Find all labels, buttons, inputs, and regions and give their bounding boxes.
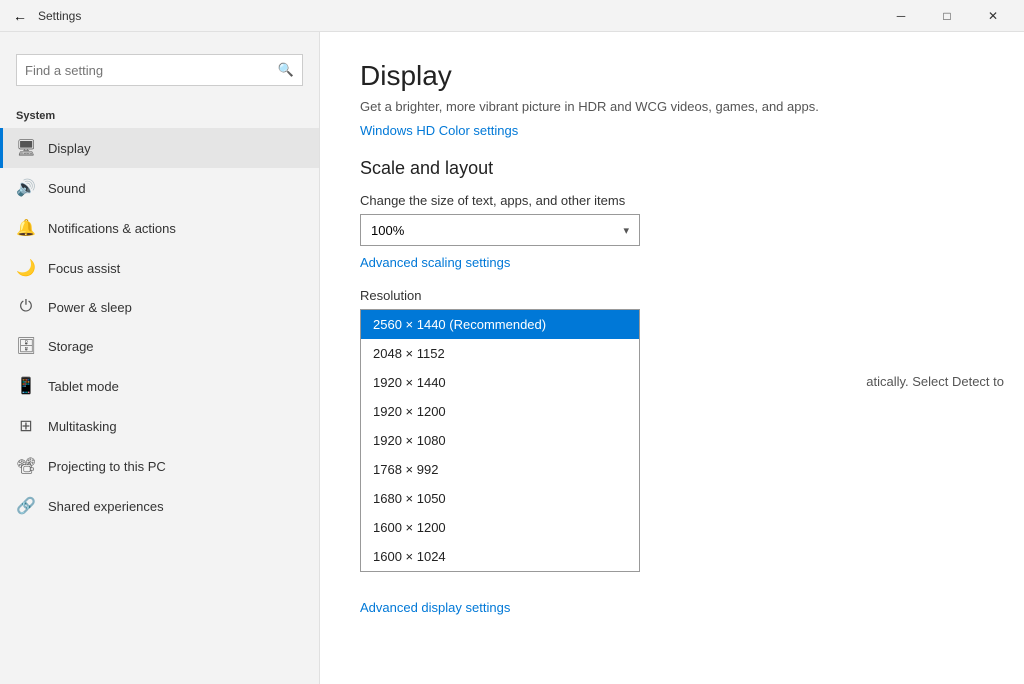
- maximize-button[interactable]: □: [924, 0, 970, 32]
- sidebar-item-label-display: Display: [48, 141, 91, 156]
- resolution-option-2[interactable]: 1920 × 1440: [361, 368, 639, 397]
- multitasking-icon: ⊞: [16, 416, 36, 436]
- minimize-icon: ─: [897, 9, 906, 23]
- sidebar-item-shared[interactable]: 🔗 Shared experiences: [0, 486, 319, 526]
- back-button[interactable]: ←: [8, 4, 32, 28]
- resolution-label: Resolution: [360, 288, 984, 303]
- sidebar-header: 🔍: [0, 32, 319, 106]
- resolution-option-1[interactable]: 2048 × 1152: [361, 339, 639, 368]
- resolution-list: 2560 × 1440 (Recommended)2048 × 11521920…: [361, 310, 639, 571]
- sidebar-item-label-power: Power & sleep: [48, 300, 132, 315]
- sidebar-item-tablet[interactable]: 📱 Tablet mode: [0, 366, 319, 406]
- title-bar-controls: ─ □ ✕: [878, 0, 1016, 32]
- sidebar: 🔍 System 🖥 Display 🔊 Sound 🔔 Notificatio…: [0, 32, 320, 684]
- scale-section-title: Scale and layout: [360, 158, 984, 179]
- search-input[interactable]: [25, 63, 278, 78]
- focus-icon: 🌙: [16, 258, 36, 278]
- app-body: 🔍 System 🖥 Display 🔊 Sound 🔔 Notificatio…: [0, 32, 1024, 684]
- sidebar-section-label: System: [0, 106, 319, 128]
- resolution-option-6[interactable]: 1680 × 1050: [361, 484, 639, 513]
- nav-items-list: 🖥 Display 🔊 Sound 🔔 Notifications & acti…: [0, 128, 319, 526]
- sidebar-item-label-focus: Focus assist: [48, 261, 120, 276]
- shared-icon: 🔗: [16, 496, 36, 516]
- partial-desc-text: atically. Select Detect to: [866, 372, 1004, 392]
- notifications-icon: 🔔: [16, 218, 36, 238]
- storage-icon: 🗄: [16, 336, 36, 356]
- resolution-option-4[interactable]: 1920 × 1080: [361, 426, 639, 455]
- back-icon: ←: [13, 8, 27, 24]
- scale-dropdown-arrow: ▾: [623, 224, 629, 237]
- advanced-scaling-link[interactable]: Advanced scaling settings: [360, 255, 510, 270]
- resolution-option-0[interactable]: 2560 × 1440 (Recommended): [361, 310, 639, 339]
- sound-icon: 🔊: [16, 178, 36, 198]
- title-bar: ← Settings ─ □ ✕: [0, 0, 1024, 32]
- sidebar-item-label-sound: Sound: [48, 181, 86, 196]
- scale-value: 100%: [371, 223, 404, 238]
- search-icon[interactable]: 🔍: [278, 62, 294, 78]
- sidebar-item-multitasking[interactable]: ⊞ Multitasking: [0, 406, 319, 446]
- resolution-option-8[interactable]: 1600 × 1024: [361, 542, 639, 571]
- sidebar-item-label-notifications: Notifications & actions: [48, 221, 176, 236]
- sidebar-item-storage[interactable]: 🗄 Storage: [0, 326, 319, 366]
- tablet-icon: 📱: [16, 376, 36, 396]
- sidebar-item-power[interactable]: ⏻ Power & sleep: [0, 288, 319, 326]
- projecting-icon: 📽: [16, 456, 36, 476]
- sidebar-item-projecting[interactable]: 📽 Projecting to this PC: [0, 446, 319, 486]
- sidebar-item-notifications[interactable]: 🔔 Notifications & actions: [0, 208, 319, 248]
- sidebar-item-focus[interactable]: 🌙 Focus assist: [0, 248, 319, 288]
- power-icon: ⏻: [16, 298, 36, 316]
- sidebar-item-label-multitasking: Multitasking: [48, 419, 117, 434]
- title-bar-title: Settings: [38, 9, 878, 23]
- maximize-icon: □: [943, 9, 950, 23]
- content-area: Display Get a brighter, more vibrant pic…: [320, 32, 1024, 684]
- page-title: Display: [360, 60, 984, 92]
- resolution-option-3[interactable]: 1920 × 1200: [361, 397, 639, 426]
- resolution-dropdown[interactable]: 2560 × 1440 (Recommended)2048 × 11521920…: [360, 309, 640, 572]
- advanced-display-link[interactable]: Advanced display settings: [360, 600, 510, 615]
- sidebar-item-display[interactable]: 🖥 Display: [0, 128, 319, 168]
- sidebar-item-label-projecting: Projecting to this PC: [48, 459, 166, 474]
- display-icon: 🖥: [16, 138, 36, 158]
- page-description: Get a brighter, more vibrant picture in …: [360, 98, 860, 116]
- sidebar-item-label-shared: Shared experiences: [48, 499, 164, 514]
- scale-label: Change the size of text, apps, and other…: [360, 193, 984, 208]
- sidebar-item-sound[interactable]: 🔊 Sound: [0, 168, 319, 208]
- resolution-option-7[interactable]: 1600 × 1200: [361, 513, 639, 542]
- sidebar-item-label-tablet: Tablet mode: [48, 379, 119, 394]
- sidebar-item-label-storage: Storage: [48, 339, 94, 354]
- search-box[interactable]: 🔍: [16, 54, 303, 86]
- resolution-option-5[interactable]: 1768 × 992: [361, 455, 639, 484]
- close-icon: ✕: [988, 9, 998, 23]
- hdr-color-link[interactable]: Windows HD Color settings: [360, 123, 518, 138]
- minimize-button[interactable]: ─: [878, 0, 924, 32]
- close-button[interactable]: ✕: [970, 0, 1016, 32]
- scale-dropdown[interactable]: 100% ▾: [360, 214, 640, 246]
